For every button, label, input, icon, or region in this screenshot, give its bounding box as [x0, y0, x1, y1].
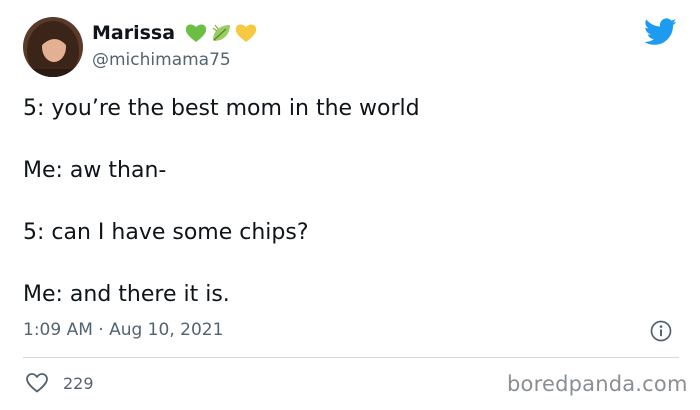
name-emojis [184, 22, 258, 44]
info-icon[interactable] [650, 320, 672, 342]
like-count: 229 [63, 373, 94, 393]
yellow-heart-icon [234, 22, 258, 44]
twitter-bird-icon[interactable] [644, 18, 677, 46]
tweet-line: 5: can I have some chips? [23, 220, 309, 245]
watermark: boredpanda.com [507, 372, 688, 396]
tweet-line: Me: and there it is. [23, 282, 230, 307]
tweet-timestamp[interactable]: 1:09 AM · Aug 10, 2021 [23, 320, 223, 340]
author-display-name[interactable]: Marissa [92, 22, 175, 44]
author-handle[interactable]: @michimama75 [92, 50, 231, 70]
like-button[interactable]: 229 [25, 372, 94, 394]
tweet-line: Me: aw than- [23, 158, 167, 183]
avatar[interactable] [23, 17, 83, 77]
divider [23, 357, 679, 358]
green-heart-icon [184, 22, 208, 44]
tweet-line: 5: you’re the best mom in the world [23, 96, 420, 121]
leaf-icon [209, 22, 233, 44]
author-name-row: Marissa [92, 22, 258, 44]
heart-icon[interactable] [25, 372, 49, 394]
